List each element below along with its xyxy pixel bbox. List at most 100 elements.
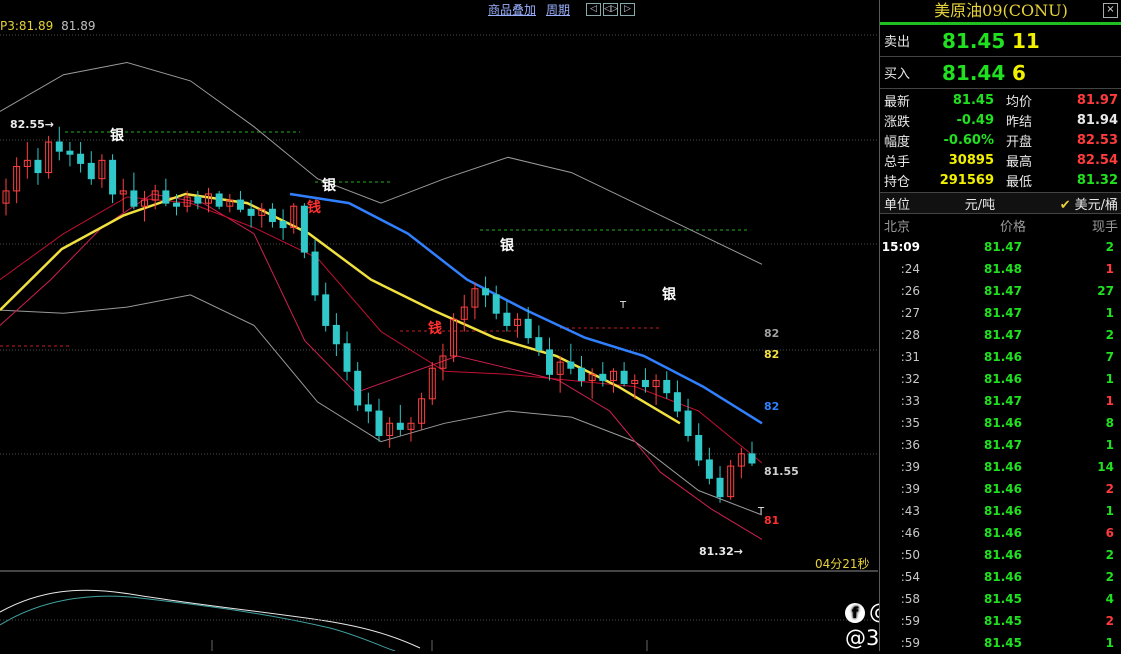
tick-price: 81.45: [984, 614, 1022, 628]
candle-body: [375, 410, 383, 436]
signal-qian: 钱: [307, 199, 321, 216]
unit-option-yuan[interactable]: 元/吨: [940, 194, 1020, 213]
tick-price: 81.47: [984, 284, 1022, 298]
candle-body: [748, 453, 756, 464]
period-link[interactable]: 周期: [546, 1, 570, 18]
stat-label: 涨跌: [884, 114, 911, 130]
tick-row: :27 81.47 1: [880, 302, 1121, 324]
t-marker: T: [619, 300, 627, 311]
indicator-name: P3:81.89: [0, 19, 54, 33]
tick-time: :39: [900, 460, 920, 474]
candle-body: [567, 361, 575, 369]
signal-yin: 银: [322, 177, 337, 194]
col-time: 北京: [884, 219, 911, 235]
tick-volume: 27: [1097, 284, 1114, 298]
stat-row: 总手 30895 最高 82.54: [880, 150, 1121, 170]
tick-time: 15:09: [881, 240, 920, 254]
stat-value: -0.60%: [943, 132, 995, 148]
logo-icon: f: [845, 603, 865, 623]
tick-time: :28: [900, 328, 920, 342]
unit-option-usd[interactable]: ✔ 美元/桶: [1020, 194, 1121, 213]
low-label: 81.32→: [699, 545, 743, 558]
tick-price: 81.46: [984, 416, 1022, 430]
stat-label: 最高: [1006, 154, 1033, 170]
close-icon[interactable]: ×: [1103, 3, 1118, 18]
stat-label: 最低: [1006, 174, 1033, 190]
candle-body: [268, 208, 276, 222]
bid-row: 买入 81.44 6: [880, 57, 1121, 89]
tick-price: 81.47: [984, 240, 1022, 254]
tick-row: :26 81.47 27: [880, 280, 1121, 302]
tick-price: 81.47: [984, 328, 1022, 342]
candle-body: [311, 251, 319, 296]
tick-time: :36: [900, 438, 920, 452]
candle-body: [673, 392, 681, 412]
candle-body: [55, 141, 63, 152]
tick-price: 81.46: [984, 372, 1022, 386]
candlestick-chart[interactable]: 82.55→81.32→银银银银钱钱TT82828281.5581: [0, 0, 878, 651]
tick-price: 81.46: [984, 570, 1022, 584]
countdown-timer: 04分21秒: [815, 557, 870, 571]
tick-row: :35 81.46 8: [880, 412, 1121, 434]
ticks-list[interactable]: 15:09 81.47 2:24 81.48 1:26 81.47 27:27 81.47 1:…: [880, 236, 1121, 654]
candle-body: [663, 379, 671, 394]
tick-volume: 1: [1105, 372, 1114, 386]
stat-row: 涨跌 -0.49 昨结 81.94: [880, 110, 1121, 130]
tick-volume: 1: [1105, 438, 1114, 452]
nav-left-icon[interactable]: ◁: [586, 2, 601, 16]
ask-row: 卖出 81.45 11: [880, 25, 1121, 57]
stat-label: 开盘: [1006, 134, 1033, 150]
right-label: 82: [764, 400, 779, 413]
nav-right-icon[interactable]: ▷: [620, 2, 635, 16]
candle-body: [641, 379, 649, 388]
candle-body: [279, 220, 287, 229]
stat-value: 82.54: [1076, 152, 1118, 168]
right-label: 81.55: [764, 465, 799, 478]
tick-row: :46 81.46 6: [880, 522, 1121, 544]
tick-price: 81.46: [984, 548, 1022, 562]
tick-price: 81.45: [984, 592, 1022, 606]
candle-body: [577, 367, 585, 381]
chart-toolbar: 商品叠加 周期 ◁ ◁▷ ▷: [488, 0, 635, 18]
tick-volume: 1: [1105, 504, 1114, 518]
ask-price: 81.45: [942, 28, 1006, 53]
signal-yin: 银: [110, 127, 125, 144]
candle-body: [705, 459, 713, 479]
tick-volume: 2: [1105, 482, 1114, 496]
col-volume: 现手: [1091, 219, 1118, 235]
stat-label: 幅度: [884, 134, 911, 150]
tick-row: :39 81.46 2: [880, 478, 1121, 500]
candle-body: [535, 337, 543, 351]
tick-volume: 1: [1105, 636, 1114, 650]
tick-row: :43 81.46 1: [880, 500, 1121, 522]
tick-time: :39: [900, 482, 920, 496]
stat-label: 均价: [1006, 94, 1033, 110]
tick-row: :50 81.46 2: [880, 544, 1121, 566]
tick-price: 81.46: [984, 460, 1022, 474]
nav-both-icon[interactable]: ◁▷: [603, 2, 618, 16]
unit-label: 单位: [884, 197, 911, 213]
tick-price: 81.46: [984, 350, 1022, 364]
tick-volume: 2: [1105, 570, 1114, 584]
tick-time: :32: [900, 372, 920, 386]
ma-red-line: [0, 193, 763, 540]
stat-value: 81.45: [952, 92, 994, 108]
bid-price: 81.44: [942, 60, 1006, 85]
overlay-link[interactable]: 商品叠加: [488, 1, 536, 18]
tick-price: 81.46: [984, 482, 1022, 496]
ask-volume: 11: [1012, 28, 1040, 53]
signal-qian: 钱: [428, 320, 442, 337]
candle-body: [364, 404, 372, 412]
tick-row: :32 81.46 1: [880, 368, 1121, 390]
candle-body: [77, 153, 85, 164]
tick-time: :46: [900, 526, 920, 540]
tick-row: :59 81.45 2: [880, 610, 1121, 632]
tick-time: :50: [900, 548, 920, 562]
chart-area[interactable]: 82.55→ 81.32→ 银银银银钱钱 T T 82 82 82 81.55 81 P3:81.…: [0, 0, 1000, 651]
candle-body: [546, 349, 554, 375]
candle-body: [396, 422, 404, 430]
stat-value: -0.49: [956, 112, 994, 128]
indicator-value: 81.89: [61, 19, 96, 33]
stat-value: 82.53: [1076, 132, 1118, 148]
tick-row: :33 81.47 1: [880, 390, 1121, 412]
